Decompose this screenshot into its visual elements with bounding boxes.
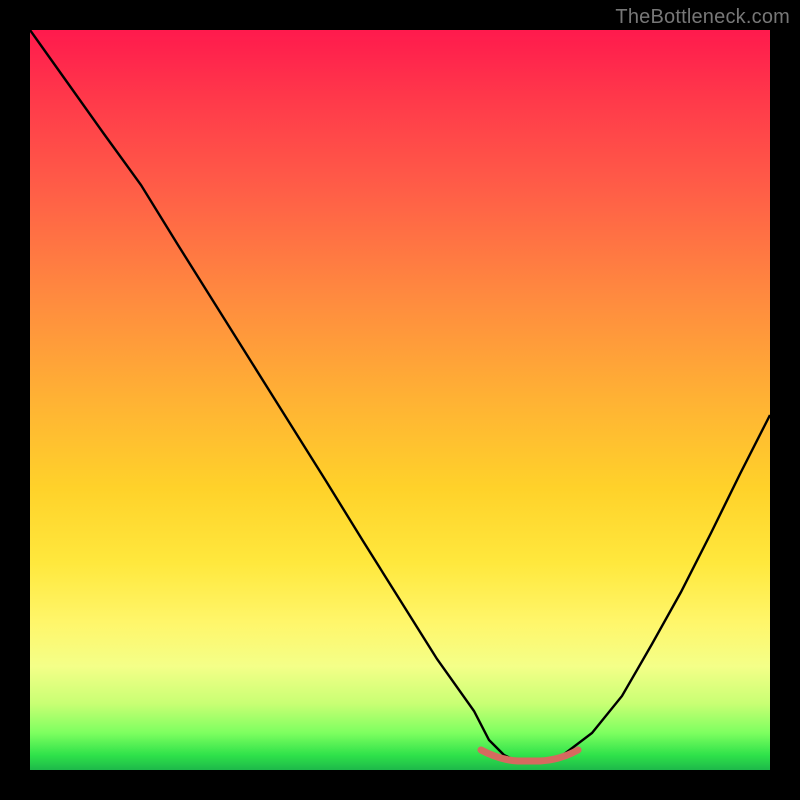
valley-marker (481, 750, 578, 761)
bottleneck-curve (30, 30, 770, 762)
curve-layer (30, 30, 770, 770)
plot-area (30, 30, 770, 770)
watermark-text: TheBottleneck.com (615, 6, 790, 29)
chart-frame: TheBottleneck.com (0, 0, 800, 800)
